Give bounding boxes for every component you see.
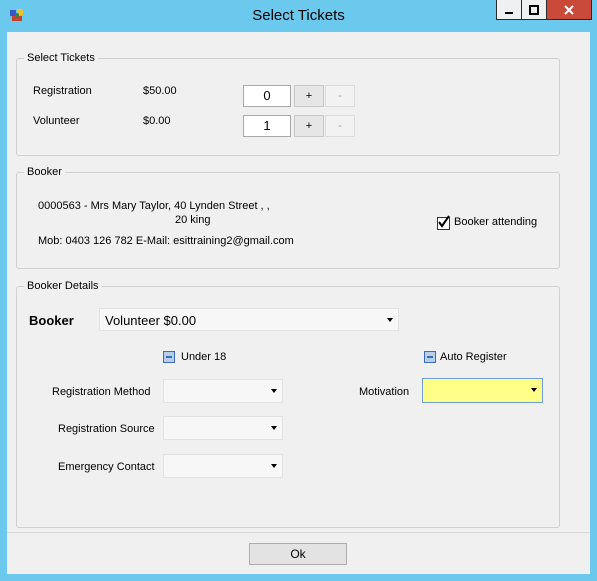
emergency-contact-select[interactable] — [163, 454, 283, 478]
maximize-icon — [529, 4, 539, 15]
close-icon — [564, 4, 574, 15]
select-tickets-legend: Select Tickets — [27, 52, 95, 64]
decrement-button-volunteer[interactable]: - — [325, 115, 355, 137]
dialog-body: Select Tickets Registration $50.00 0 + -… — [7, 32, 590, 574]
booker-field-label: Booker — [29, 313, 74, 328]
booker-address-line2: 20 king — [175, 214, 211, 226]
minimize-icon — [505, 11, 513, 14]
auto-register-label: Auto Register — [440, 351, 507, 363]
chevron-down-icon — [271, 464, 277, 468]
minimize-button[interactable] — [496, 0, 522, 20]
maximize-button[interactable] — [521, 0, 547, 20]
booker-attending-checkbox[interactable] — [437, 215, 450, 230]
booker-select-value: Volunteer $0.00 — [105, 313, 197, 328]
motivation-label: Motivation — [359, 386, 410, 398]
booker-address-line1: 0000563 - Mrs Mary Taylor, 40 Lynden Str… — [38, 200, 270, 212]
decrement-button-registration[interactable]: - — [325, 85, 355, 107]
close-button[interactable] — [546, 0, 592, 20]
chevron-down-icon — [271, 389, 277, 393]
booker-contact-line: Mob: 0403 126 782 E-Mail: esittraining2@… — [38, 235, 294, 247]
checkmark-icon — [438, 215, 450, 228]
auto-register-checkbox[interactable] — [424, 351, 436, 363]
chevron-down-icon — [271, 426, 277, 430]
registration-source-label: Registration Source — [58, 423, 155, 435]
booker-details-legend: Booker Details — [27, 280, 99, 292]
booker-attending-label: Booker attending — [454, 216, 538, 228]
ok-button[interactable]: Ok — [249, 543, 347, 565]
ticket-price-registration: $50.00 — [143, 85, 177, 97]
footer-divider — [7, 532, 590, 533]
registration-method-label: Registration Method — [52, 386, 151, 398]
registration-source-select[interactable] — [163, 416, 283, 440]
motivation-select[interactable] — [422, 378, 543, 403]
chevron-down-icon — [531, 388, 537, 392]
dialog-window: Select Tickets Select Tickets Registrati… — [0, 0, 597, 581]
increment-button-registration[interactable]: + — [294, 85, 324, 107]
qty-input-registration[interactable]: 0 — [243, 85, 291, 107]
title-bar[interactable]: Select Tickets — [0, 0, 597, 32]
booker-legend: Booker — [27, 166, 62, 178]
emergency-contact-label: Emergency Contact — [58, 461, 155, 473]
under18-checkbox[interactable] — [163, 351, 175, 363]
booker-select[interactable]: Volunteer $0.00 — [99, 308, 399, 331]
ticket-price-volunteer: $0.00 — [143, 115, 171, 127]
increment-button-volunteer[interactable]: + — [294, 115, 324, 137]
under18-label: Under 18 — [181, 351, 227, 363]
registration-method-select[interactable] — [163, 379, 283, 403]
ticket-name-volunteer: Volunteer — [33, 115, 80, 127]
chevron-down-icon — [387, 318, 393, 322]
ticket-name-registration: Registration — [33, 85, 92, 97]
qty-input-volunteer[interactable]: 1 — [243, 115, 291, 137]
